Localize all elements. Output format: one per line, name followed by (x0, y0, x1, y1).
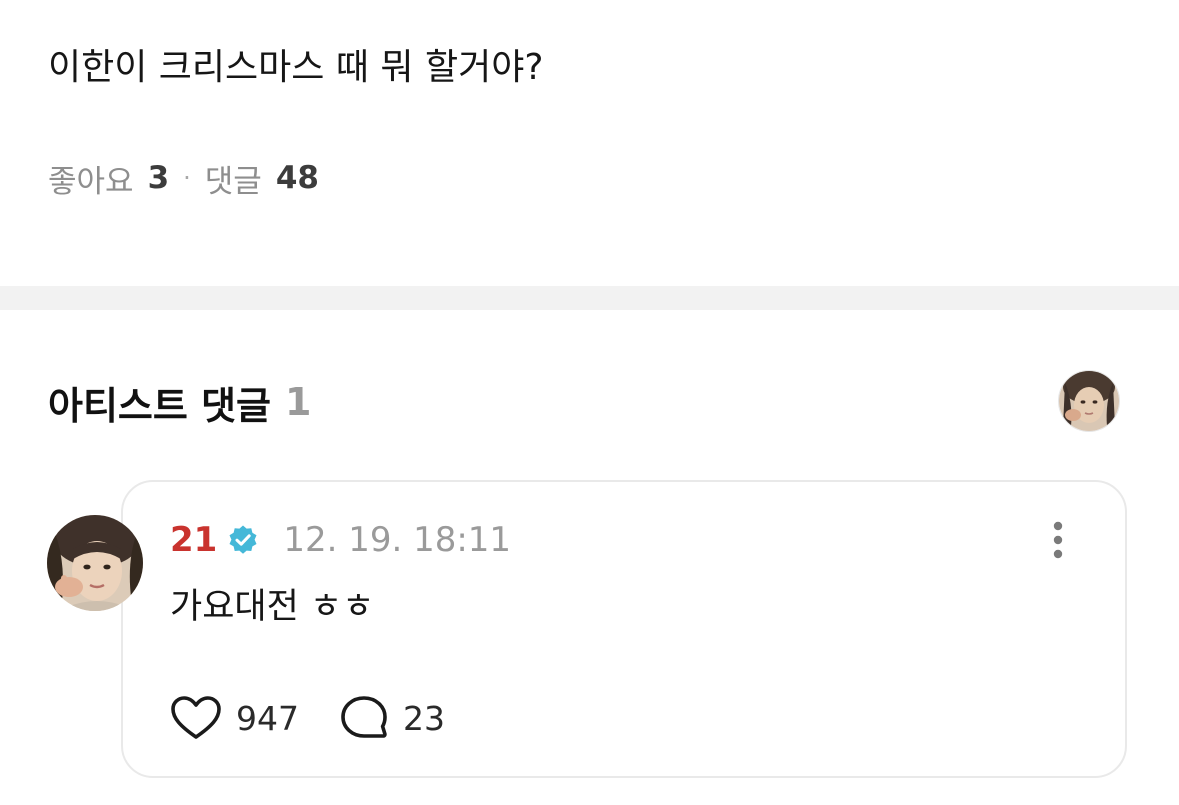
reply-button[interactable]: 23 (339, 695, 445, 741)
artist-avatar-small[interactable] (1058, 370, 1120, 432)
comment-actions: 947 23 (170, 692, 445, 744)
likes-label: 좋아요 (48, 163, 134, 200)
stats-separator: · (183, 164, 191, 192)
comment-header: 21 12. 19. 18:11 (170, 516, 511, 564)
comments-label: 댓글 (204, 163, 262, 200)
verified-badge-icon (227, 524, 259, 556)
more-options-button[interactable] (1040, 516, 1076, 564)
likes-count: 3 (147, 160, 170, 196)
reply-count: 23 (403, 698, 445, 738)
comment-timestamp: 12. 19. 18:11 (283, 520, 512, 560)
more-vertical-icon (1053, 521, 1063, 559)
like-count: 947 (236, 698, 299, 738)
artist-comments-count: 1 (285, 380, 312, 424)
artist-comments-title: 아티스트 댓글 (48, 383, 271, 428)
artist-comments-heading: 아티스트 댓글 1 (48, 376, 311, 428)
comment-text: 가요대전 ㅎㅎ (170, 587, 375, 627)
like-button[interactable]: 947 (170, 695, 299, 741)
comments-count: 48 (275, 160, 319, 196)
section-divider (0, 286, 1179, 310)
comment-author-avatar[interactable] (47, 515, 143, 611)
post-stats: 좋아요 3 · 댓글 48 (48, 158, 319, 200)
comment-author-name[interactable]: 21 (170, 520, 217, 560)
post-text: 이한이 크리스마스 때 뭐 할거야? (48, 47, 544, 88)
speech-bubble-outline-icon (341, 696, 387, 738)
heart-outline-icon (171, 696, 221, 739)
